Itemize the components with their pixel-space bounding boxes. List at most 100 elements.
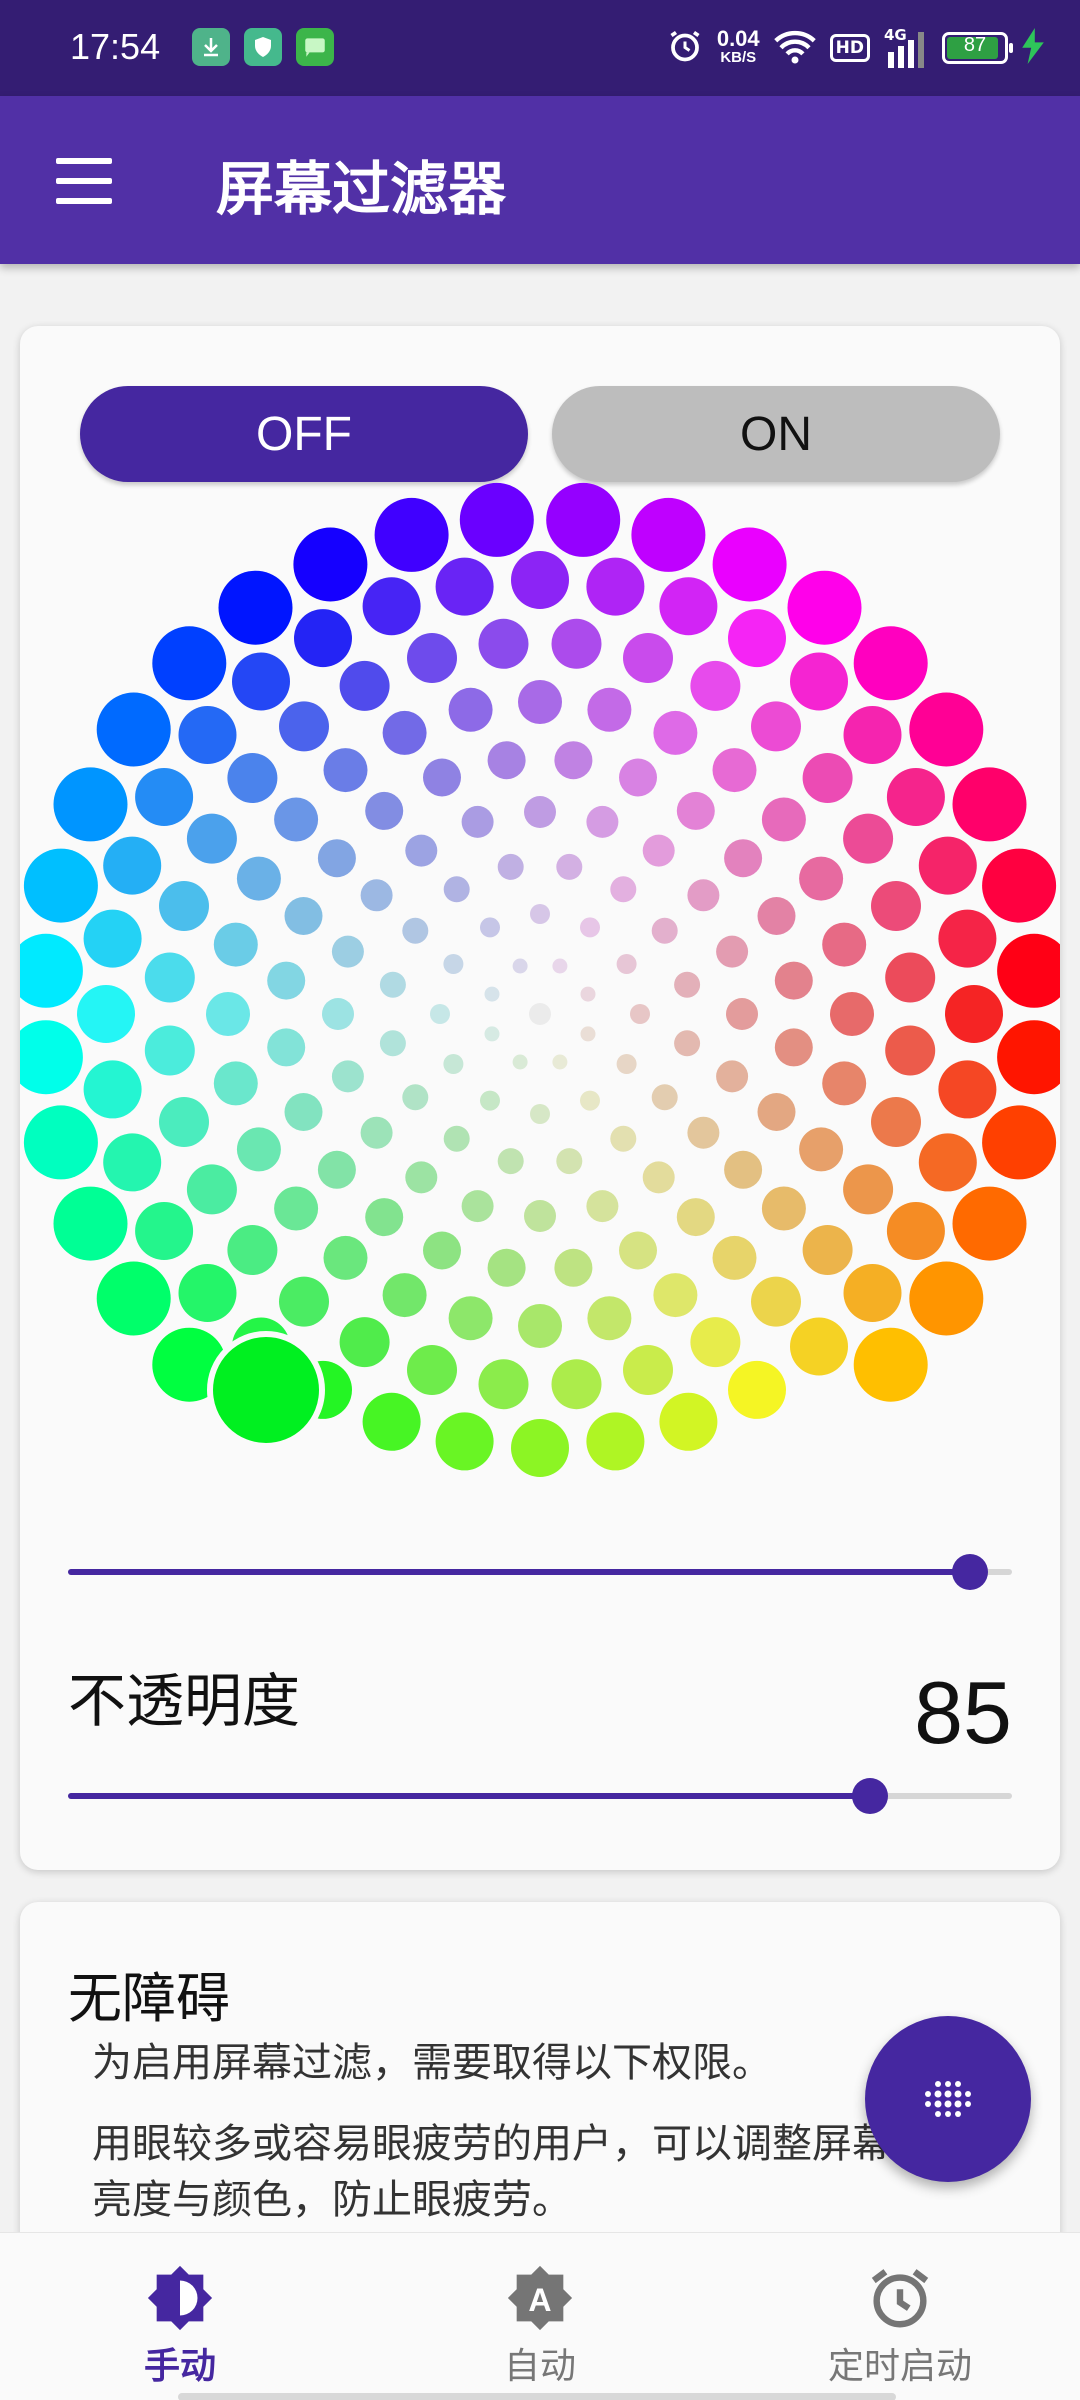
color-swatch[interactable] [676, 1198, 715, 1237]
color-swatch[interactable] [945, 985, 1003, 1043]
color-swatch[interactable] [284, 1093, 323, 1131]
color-swatch[interactable] [186, 1164, 237, 1215]
color-swatch[interactable] [443, 1125, 470, 1152]
color-swatch[interactable] [651, 1084, 678, 1111]
color-swatch[interactable] [443, 876, 470, 903]
color-swatch[interactable] [587, 1296, 632, 1341]
color-swatch[interactable] [610, 876, 637, 903]
color-swatch[interactable] [616, 1054, 637, 1074]
color-swatch[interactable] [724, 839, 763, 878]
color-swatch[interactable] [623, 633, 673, 683]
color-swatch[interactable] [402, 1084, 429, 1111]
color-swatch[interactable] [790, 1317, 848, 1376]
color-swatch[interactable] [530, 1104, 550, 1124]
color-swatch[interactable] [435, 557, 494, 616]
color-swatch[interactable] [586, 557, 645, 616]
color-swatch[interactable] [843, 1164, 894, 1215]
nav-auto[interactable]: A 自动 [460, 2233, 620, 2400]
slider-thumb[interactable] [852, 1778, 889, 1814]
color-swatch[interactable] [23, 848, 98, 923]
color-swatch[interactable] [478, 618, 529, 669]
color-swatch[interactable] [362, 1392, 421, 1451]
color-swatch[interactable] [511, 551, 569, 609]
color-swatch[interactable] [952, 767, 1027, 842]
color-swatch[interactable] [687, 1116, 720, 1149]
color-swatch[interactable] [218, 570, 293, 645]
color-swatch[interactable] [407, 1345, 457, 1395]
color-swatch[interactable] [274, 1186, 319, 1231]
color-swatch[interactable] [144, 1025, 195, 1076]
color-swatch[interactable] [997, 1020, 1060, 1095]
color-swatch[interactable] [279, 1276, 329, 1327]
color-swatch[interactable] [461, 1190, 494, 1223]
color-swatch[interactable] [843, 706, 902, 764]
color-swatch[interactable] [997, 933, 1060, 1008]
color-swatch[interactable] [651, 917, 678, 944]
color-swatch[interactable] [822, 922, 867, 967]
color-swatch[interactable] [461, 805, 494, 838]
color-swatch[interactable] [423, 758, 461, 797]
color-swatch[interactable] [83, 909, 142, 968]
color-swatch[interactable] [443, 954, 464, 974]
color-swatch[interactable] [159, 1097, 209, 1147]
color-swatch[interactable] [435, 1412, 494, 1471]
color-swatch[interactable] [77, 985, 135, 1043]
color-swatch[interactable] [551, 618, 602, 669]
color-swatch[interactable] [619, 1231, 657, 1270]
color-swatch[interactable] [53, 1186, 128, 1261]
color-swatch[interactable] [227, 1225, 278, 1275]
color-swatch[interactable] [787, 570, 862, 645]
color-swatch[interactable] [331, 1060, 364, 1093]
color-swatch[interactable] [659, 1392, 718, 1451]
color-swatch[interactable] [323, 1235, 368, 1280]
color-swatch[interactable] [152, 626, 227, 701]
color-swatch[interactable] [497, 853, 524, 880]
color-swatch[interactable] [365, 1198, 404, 1237]
color-swatch[interactable] [518, 1304, 562, 1348]
color-swatch[interactable] [339, 660, 390, 711]
selected-color-swatch[interactable] [207, 1331, 325, 1449]
color-swatch[interactable] [443, 1054, 464, 1074]
color-swatch[interactable] [580, 917, 600, 938]
color-swatch[interactable] [331, 935, 364, 968]
color-swatch[interactable] [774, 961, 813, 1000]
color-swatch[interactable] [586, 1190, 619, 1223]
color-swatch[interactable] [918, 1133, 977, 1192]
color-swatch[interactable] [726, 998, 758, 1030]
color-swatch[interactable] [293, 527, 368, 602]
color-swatch[interactable] [580, 986, 596, 1002]
color-swatch[interactable] [96, 1261, 171, 1336]
nav-timer[interactable]: 定时启动 [800, 2233, 1000, 2400]
color-swatch[interactable] [751, 1276, 801, 1327]
color-intensity-slider[interactable] [68, 1550, 1012, 1594]
color-swatch[interactable] [822, 1061, 867, 1106]
color-swatch[interactable] [712, 527, 787, 602]
color-swatch[interactable] [227, 753, 278, 803]
color-swatch[interactable] [206, 992, 250, 1036]
color-swatch[interactable] [802, 1225, 853, 1275]
color-swatch[interactable] [448, 1296, 493, 1341]
color-swatch[interactable] [631, 497, 706, 572]
color-swatch[interactable] [843, 813, 894, 864]
color-swatch[interactable] [186, 813, 237, 864]
color-swatch[interactable] [774, 1028, 813, 1067]
color-swatch[interactable] [982, 1105, 1057, 1180]
color-swatch[interactable] [909, 692, 984, 767]
color-swatch[interactable] [757, 1093, 796, 1131]
color-swatch[interactable] [556, 1148, 583, 1175]
color-swatch[interactable] [374, 497, 449, 572]
color-swatch[interactable] [716, 1060, 749, 1093]
color-swatch[interactable] [178, 706, 237, 764]
color-swatch[interactable] [423, 1231, 461, 1270]
color-swatch[interactable] [524, 1200, 556, 1232]
color-swatch[interactable] [20, 1020, 83, 1095]
color-swatch[interactable] [676, 791, 715, 830]
color-swatch[interactable] [871, 1097, 921, 1147]
color-swatch[interactable] [853, 626, 928, 701]
color-swatch[interactable] [144, 952, 195, 1003]
menu-button[interactable] [50, 146, 120, 216]
color-swatch[interactable] [430, 1004, 450, 1024]
color-swatch[interactable] [799, 856, 844, 901]
color-swatch[interactable] [690, 1317, 741, 1368]
color-swatch[interactable] [530, 904, 550, 924]
